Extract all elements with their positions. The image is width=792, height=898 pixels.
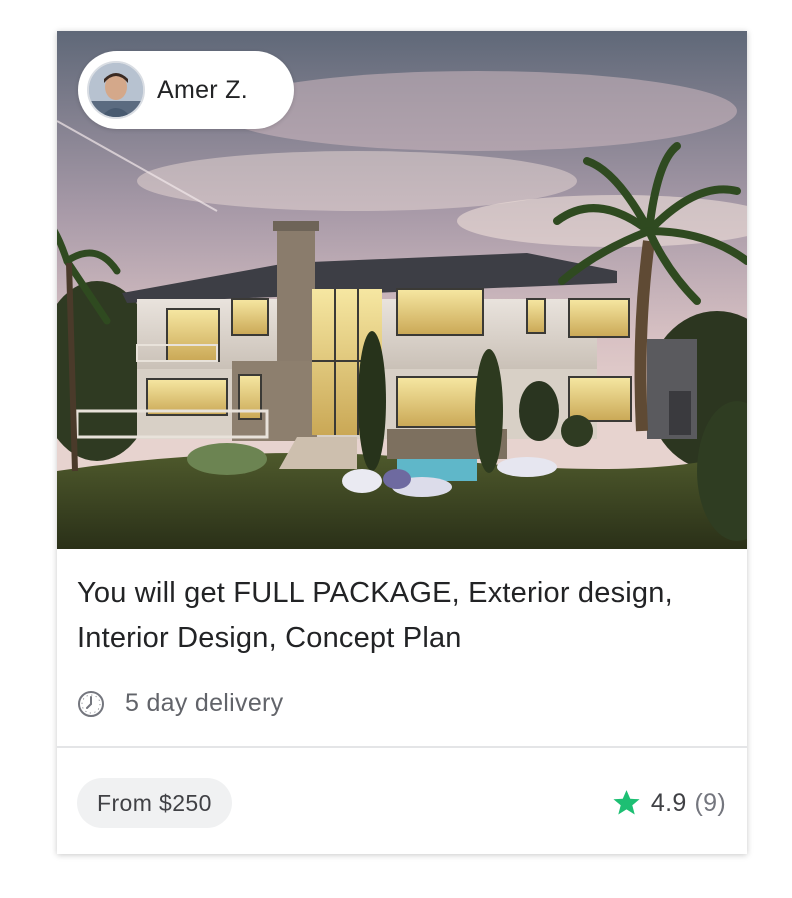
divider [57,746,747,748]
gig-image[interactable]: Amer Z. [57,31,747,549]
rating: 4.9 (9) [612,785,726,821]
seller-avatar[interactable] [87,61,145,119]
rating-score: 4.9 [650,788,687,817]
delivery-text: 5 day delivery [125,689,284,717]
star-icon [612,789,641,817]
review-count: (9) [694,788,726,817]
gig-title[interactable]: You will get FULL PACKAGE, Exterior desi… [77,571,717,661]
seller-chip[interactable]: Amer Z. [78,51,294,129]
delivery-info: 5 day delivery [77,689,283,718]
price-badge[interactable]: From $250 [77,778,232,828]
price-text: From $250 [97,789,212,816]
avatar-photo [89,63,143,117]
seller-name[interactable]: Amer Z. [157,76,248,105]
gig-card[interactable]: Amer Z. You will get FULL PACKAGE, Exter… [57,31,747,854]
clock-icon [77,690,105,718]
